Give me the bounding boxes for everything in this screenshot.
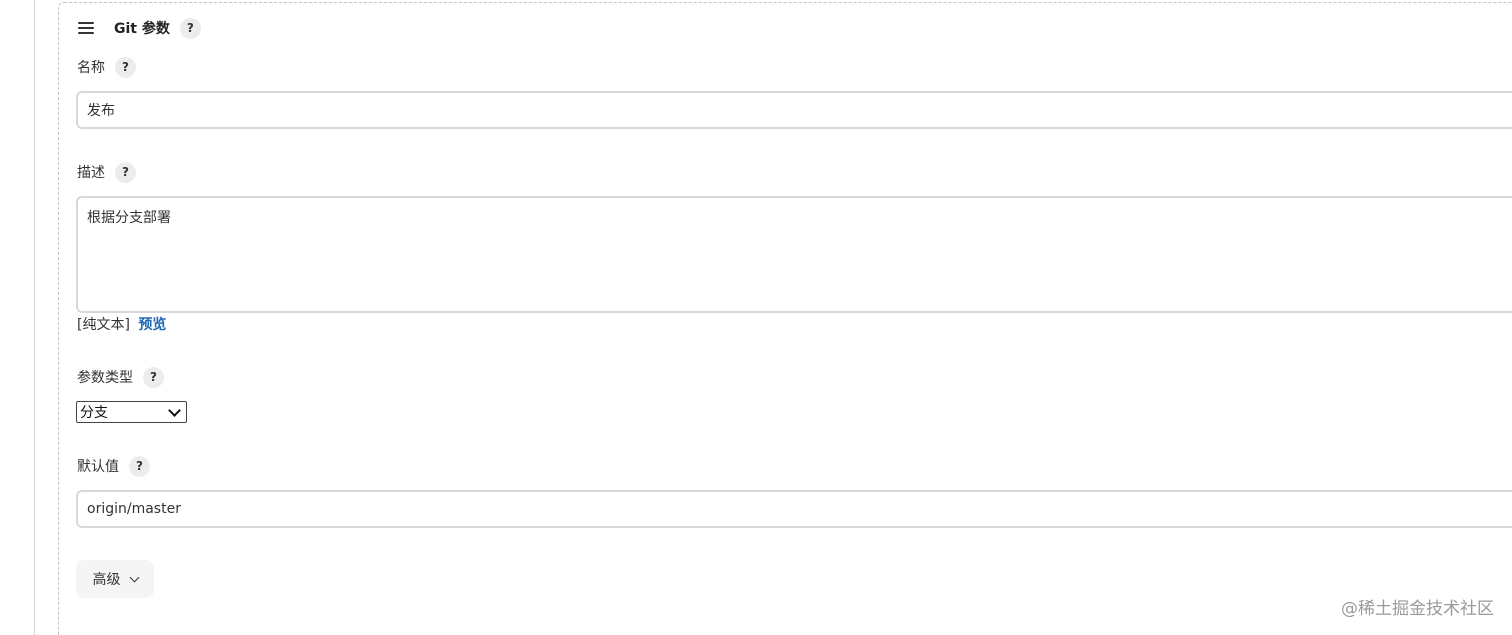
- preview-link[interactable]: 预览: [138, 317, 166, 333]
- left-divider: [34, 0, 35, 635]
- page: Git 参数 ? 名称 ? 发布 描述 ? 根据分支部署 [纯文本] 预览 参数…: [0, 0, 1512, 635]
- description-label-row: 描述 ?: [77, 161, 136, 183]
- name-input[interactable]: 发布: [76, 91, 1512, 129]
- default-value-input-value: origin/master: [87, 501, 181, 517]
- description-label: 描述: [77, 165, 105, 181]
- chevron-down-icon: [129, 572, 139, 582]
- drag-handle-icon[interactable]: [78, 22, 94, 34]
- default-value-help-icon[interactable]: ?: [129, 455, 150, 477]
- param-type-label-row: 参数类型 ?: [77, 366, 164, 388]
- name-label: 名称: [77, 60, 105, 76]
- name-help-icon[interactable]: ?: [115, 56, 136, 78]
- advanced-button-label: 高级: [92, 572, 121, 588]
- name-input-value: 发布: [87, 103, 115, 119]
- chevron-down-icon: [168, 403, 181, 417]
- description-textarea[interactable]: 根据分支部署: [76, 196, 1512, 313]
- description-textarea-value: 根据分支部署: [87, 210, 171, 226]
- param-type-select[interactable]: 分支: [76, 401, 187, 423]
- default-value-input[interactable]: origin/master: [76, 490, 1512, 528]
- advanced-button[interactable]: 高级: [76, 560, 154, 598]
- description-help-icon[interactable]: ?: [115, 161, 136, 183]
- panel-title: Git 参数: [114, 21, 170, 37]
- name-label-row: 名称 ?: [77, 56, 136, 78]
- default-value-label: 默认值: [77, 459, 119, 475]
- param-type-label: 参数类型: [77, 370, 133, 386]
- default-value-label-row: 默认值 ?: [77, 455, 150, 477]
- markup-format-label: [纯文本]: [77, 317, 130, 333]
- markup-format-row: [纯文本] 预览: [77, 314, 166, 334]
- watermark: @稀土掘金技术社区: [1341, 599, 1494, 619]
- panel-header: Git 参数 ?: [78, 17, 201, 39]
- param-type-help-icon[interactable]: ?: [143, 366, 164, 388]
- param-type-selected: 分支: [80, 405, 108, 421]
- help-icon[interactable]: ?: [179, 17, 201, 39]
